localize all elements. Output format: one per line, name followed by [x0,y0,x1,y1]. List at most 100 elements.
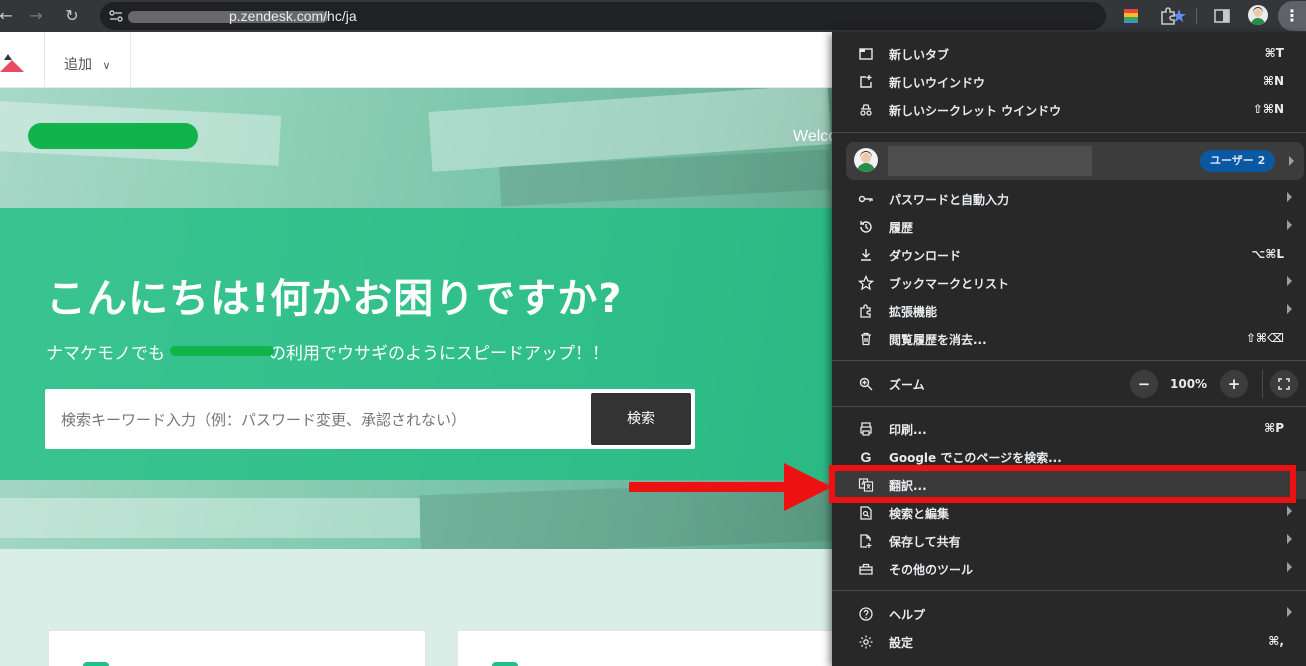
chevron-down-icon: ∨ [102,59,111,72]
chevron-right-icon [1287,276,1292,286]
chevron-right-icon [1287,192,1292,202]
print-icon [860,422,872,436]
menu-item-find-edit[interactable]: 検索と編集 [832,499,1306,527]
menu-item-save-share[interactable]: 保存して共有 [832,527,1306,555]
annotation-arrow-shaft [629,482,789,492]
fullscreen-icon [1278,378,1290,390]
chevron-right-icon [1287,534,1292,544]
menu-profile-row[interactable]: ユーザー 2 [846,142,1304,180]
redacted-product-name [170,346,274,356]
url-text: p.zendesk.com/hc/ja [229,8,357,24]
hero-subtitle: ナマケモノでも の利用でウサギのようにスピードアップ！！ [46,339,609,364]
menu-item-shortcut: ⌘N [1262,74,1284,88]
menu-item-more-tools[interactable]: その他のツール [832,555,1306,583]
menu-item-print[interactable]: 印刷... ⌘P [832,415,1306,443]
menu-item-downloads[interactable]: ダウンロード ⌥⌘L [832,241,1306,269]
menu-separator [832,406,1306,407]
menu-item-clear-data[interactable]: 閲覧履歴を消去... ⇧⌘⌫ [832,325,1306,353]
hero-bg-paper [0,498,420,538]
menu-item-incognito[interactable]: 新しいシークレット ウインドウ ⇧⌘N [832,96,1306,124]
menu-item-label: ヘルプ [889,608,926,622]
profile-badge: ユーザー 2 [1200,150,1276,172]
history-icon [860,221,872,233]
menu-item-extensions[interactable]: 拡張機能 [832,297,1306,325]
menu-separator [832,590,1306,591]
search-button[interactable]: 検索 [591,393,691,445]
menu-item-new-tab[interactable]: 新しいタブ ⌘T [832,40,1306,68]
menu-item-shortcut: ⇧⌘⌫ [1245,331,1284,345]
hero-subtitle-suffix: の利用でウサギのようにスピードアップ！！ [269,344,609,364]
menu-item-new-window[interactable]: 新しいウインドウ ⌘N [832,68,1306,96]
menu-separator [832,360,1306,361]
header-divider [130,32,131,88]
toolbar-divider [1196,8,1197,24]
hero-title: こんにちは!何かお困りですか? [46,276,623,322]
annotation-arrow-head [784,463,832,511]
star-icon [858,275,874,291]
zoom-in-button[interactable]: + [1220,370,1248,398]
menu-item-label: 保存して共有 [889,535,961,549]
menu-item-label: その他のツール [889,563,974,577]
category-card[interactable] [457,630,835,666]
extensions-puzzle-icon[interactable] [1158,6,1178,26]
chrome-menu-button[interactable]: ⋮ [1278,1,1306,31]
reload-button[interactable]: ↻ [60,4,84,28]
menu-item-history[interactable]: 履歴 [832,213,1306,241]
menu-item-label: 閲覧履歴を消去... [889,333,987,347]
menu-item-label: 新しいウインドウ [889,76,986,90]
zoom-out-button[interactable]: − [1130,370,1158,398]
trash-icon [861,332,871,346]
site-logo[interactable] [0,50,24,74]
google-icon: G [860,449,872,465]
add-menu[interactable]: 追加 ∨ [64,54,111,74]
zoom-icon [859,377,873,391]
toolbox-icon [859,563,873,575]
menu-item-shortcut: ⌥⌘L [1251,247,1284,261]
menu-item-label: Google でこのページを検索... [889,451,1062,465]
extension-colored-icon[interactable] [1121,6,1141,26]
category-icon [83,662,109,666]
menu-item-label: 拡張機能 [889,305,938,319]
address-bar[interactable]: p.zendesk.com/hc/ja ★ [100,2,1187,30]
new-window-icon [860,75,872,88]
chevron-right-icon [1287,562,1292,572]
site-settings-icon[interactable] [108,8,124,24]
back-button[interactable]: ← [0,4,18,28]
profile-avatar [854,148,878,172]
hero-section: Welco こんにちは!何かお困りですか? ナマケモノでも の利用でウサギのように… [0,88,832,549]
save-share-icon [860,534,872,548]
side-panel-icon[interactable] [1212,6,1232,26]
new-tab-icon [859,48,873,60]
zoom-level: 100% [1170,377,1208,391]
content-area [0,549,835,666]
search-input[interactable]: 検索キーワード入力（例：パスワード変更、承認されない） [61,409,466,430]
incognito-icon [860,104,872,116]
chevron-right-icon [1287,220,1292,230]
menu-item-shortcut: ⇧⌘N [1252,102,1284,116]
menu-item-shortcut: ⌘P [1264,421,1284,435]
browser-toolbar: ← → ↻ p.zendesk.com/hc/ja ★ ⋮ [0,0,1306,32]
fullscreen-button[interactable] [1270,370,1298,398]
menu-item-label: 設定 [889,636,914,650]
forward-button[interactable]: → [24,4,48,28]
menu-item-label: パスワードと自動入力 [889,193,1010,207]
menu-item-label: ズーム [889,378,925,392]
menu-item-bookmarks[interactable]: ブックマークとリスト [832,269,1306,297]
category-card[interactable] [48,630,426,666]
chevron-right-icon [1287,506,1292,516]
menu-item-label: ダウンロード [889,249,962,263]
chrome-menu: 新しいタブ ⌘T 新しいウインドウ ⌘N 新しいシークレット ウインドウ ⇧⌘N [832,32,1306,666]
menu-item-help[interactable]: ヘルプ [832,600,1306,628]
download-icon [861,249,871,261]
category-icon [492,662,518,666]
welcome-text: Welco [793,128,832,145]
menu-item-label: 印刷... [889,423,927,437]
add-menu-label: 追加 [64,57,92,73]
chevron-right-icon [1287,304,1292,314]
menu-separator [832,132,1306,133]
hero-subtitle-prefix: ナマケモノでも [46,344,165,364]
menu-item-settings[interactable]: 設定 ⌘, [832,628,1306,656]
menu-item-passwords[interactable]: パスワードと自動入力 [832,185,1306,213]
profile-avatar[interactable] [1248,5,1268,25]
menu-item-shortcut: ⌘T [1264,46,1284,60]
